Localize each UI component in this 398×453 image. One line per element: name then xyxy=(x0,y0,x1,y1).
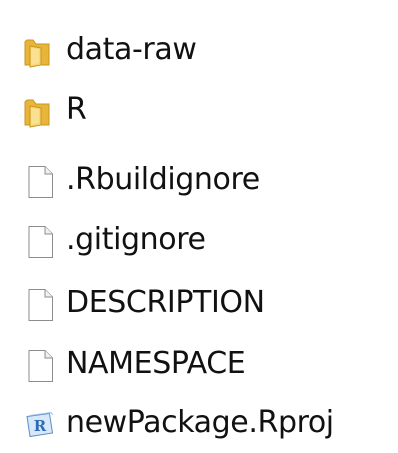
file-list: data-raw R .Rbuildignore .gitignore DESC… xyxy=(0,0,398,453)
file-icon xyxy=(22,164,58,200)
file-row-rbuildignore[interactable]: .Rbuildignore xyxy=(0,150,398,210)
file-name: .gitignore xyxy=(66,222,206,257)
file-row-r[interactable]: R xyxy=(0,80,398,140)
file-icon xyxy=(22,224,58,260)
file-name: R xyxy=(66,92,87,127)
file-row-newpackage-rproj[interactable]: R newPackage.Rproj xyxy=(0,393,398,453)
file-row-description[interactable]: DESCRIPTION xyxy=(0,273,398,333)
file-name: DESCRIPTION xyxy=(66,285,265,320)
file-name: data-raw xyxy=(66,32,197,67)
svg-text:R: R xyxy=(34,417,47,435)
rproj-icon: R xyxy=(22,407,58,443)
folder-icon xyxy=(22,34,58,70)
file-row-data-raw[interactable]: data-raw xyxy=(0,20,398,80)
folder-icon xyxy=(22,94,58,130)
file-name: newPackage.Rproj xyxy=(66,405,334,440)
file-row-namespace[interactable]: NAMESPACE xyxy=(0,334,398,394)
file-icon xyxy=(22,287,58,323)
file-row-gitignore[interactable]: .gitignore xyxy=(0,210,398,270)
file-name: NAMESPACE xyxy=(66,346,246,381)
file-name: .Rbuildignore xyxy=(66,162,260,197)
file-icon xyxy=(22,348,58,384)
